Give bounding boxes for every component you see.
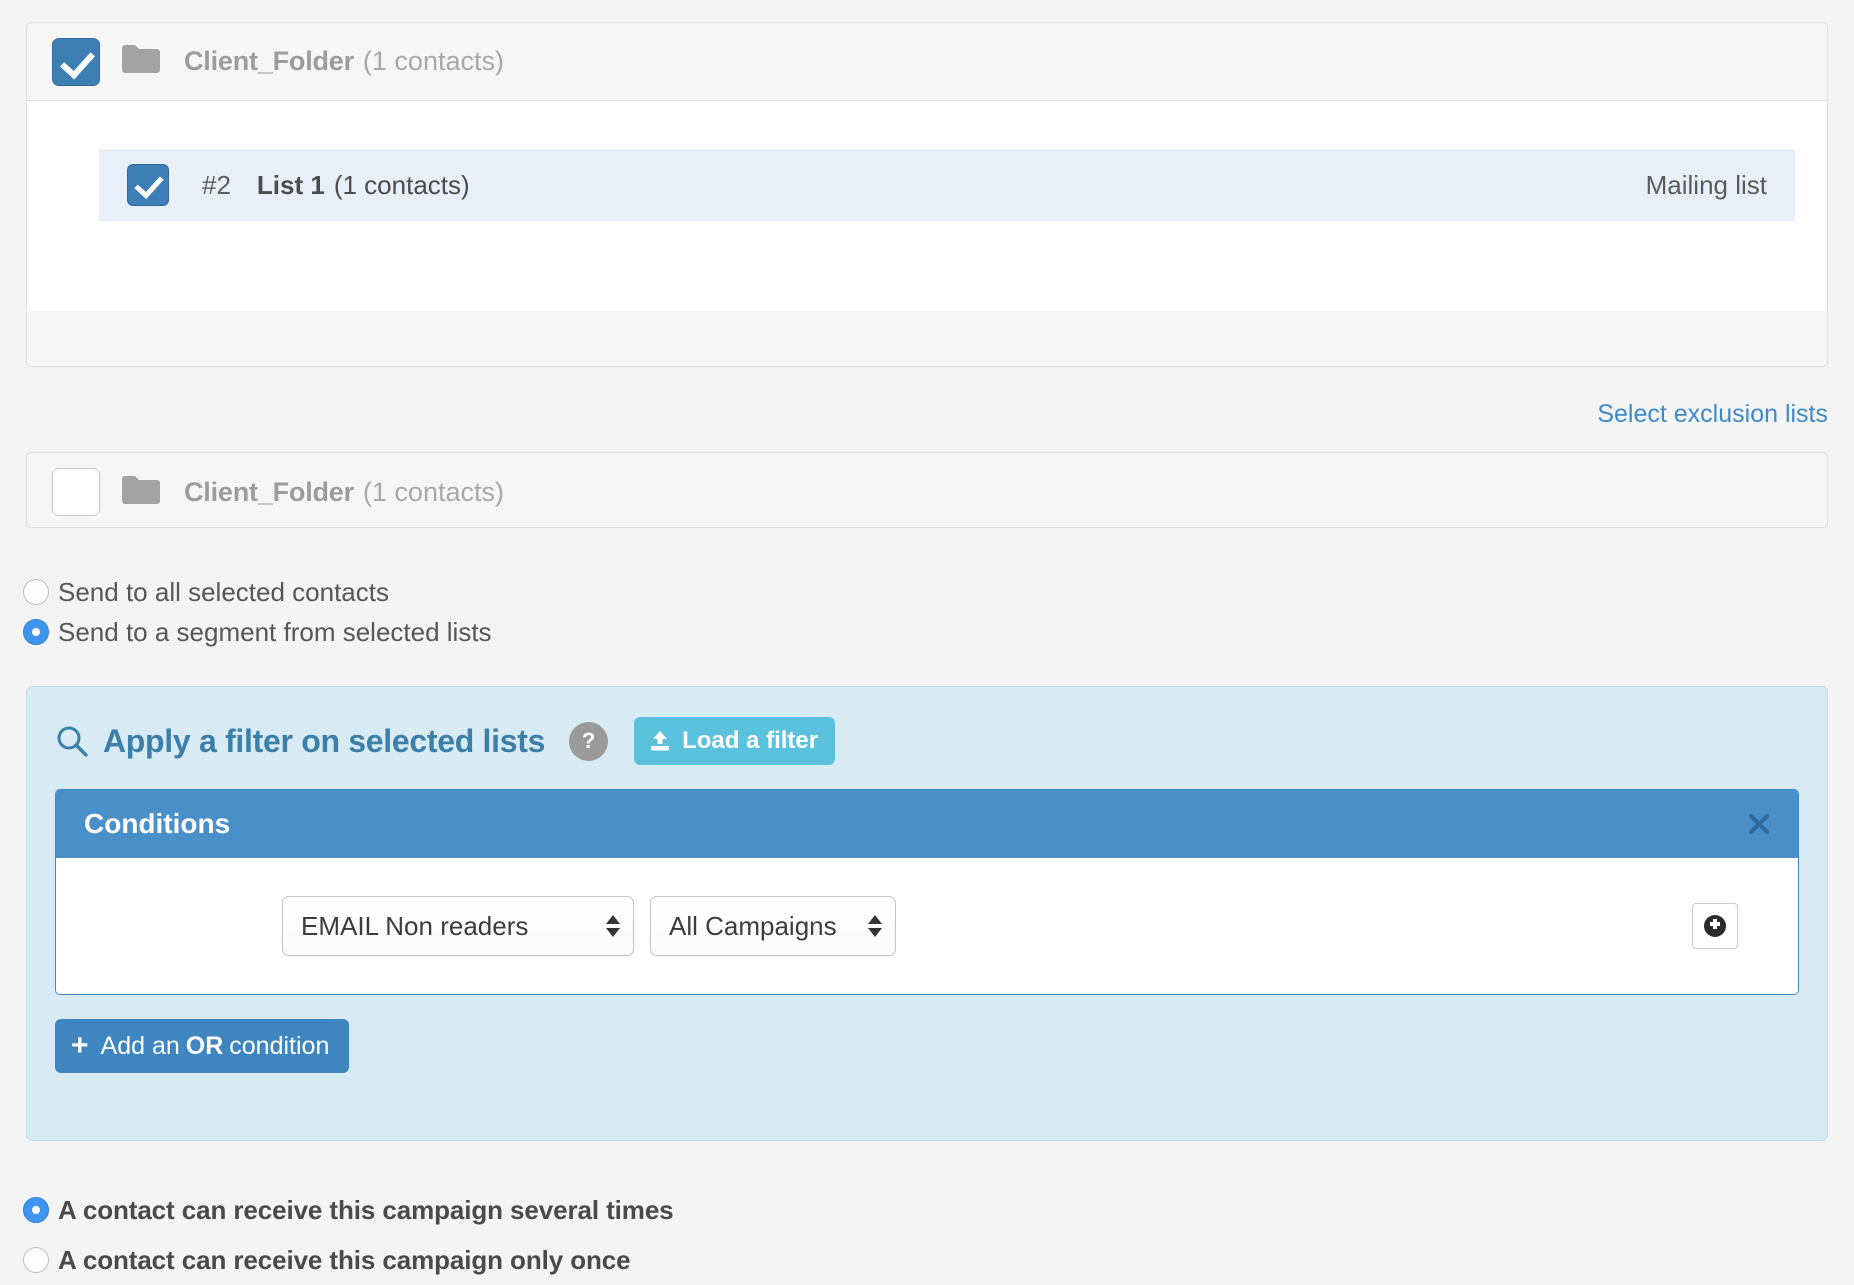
- filter-title: Apply a filter on selected lists: [103, 722, 546, 759]
- list-number: #2: [202, 169, 231, 200]
- exclusion-folder-panel: Client_Folder (1 contacts): [26, 452, 1828, 528]
- exclusion-folder-checkbox[interactable]: [52, 468, 100, 516]
- exclusion-folder-name: Client_Folder: [184, 476, 354, 507]
- condition-scope-value: All Campaigns: [669, 910, 837, 941]
- list-contact-count: (1 contacts): [333, 169, 470, 200]
- conditions-title: Conditions: [84, 808, 231, 839]
- plus-circle-icon: [1701, 912, 1729, 940]
- inclusion-folder-count: (1 contacts): [362, 46, 504, 76]
- radio-segment[interactable]: [23, 619, 49, 645]
- radio-all-contacts[interactable]: [23, 579, 49, 605]
- add-or-condition-button[interactable]: + Add an OR condition: [55, 1019, 350, 1073]
- load-filter-button[interactable]: Load a filter: [634, 717, 836, 765]
- add-or-prefix: Add an: [100, 1031, 180, 1060]
- chevron-updown-icon: [606, 915, 620, 937]
- frequency-label-once: A contact can receive this campaign only…: [58, 1244, 631, 1275]
- exclusion-folder-count: (1 contacts): [362, 476, 504, 507]
- radio-several-times[interactable]: [23, 1197, 49, 1223]
- condition-row: EMAIL Non readers All Campaigns: [56, 858, 1798, 994]
- radio-only-once[interactable]: [23, 1247, 49, 1273]
- inclusion-folder-checkbox[interactable]: [52, 37, 100, 86]
- exclusion-link-row: Select exclusion lists: [26, 400, 1831, 429]
- inclusion-folder-header[interactable]: Client_Folder (1 contacts): [27, 23, 1827, 101]
- select-exclusion-lists-link[interactable]: Select exclusion lists: [1597, 400, 1828, 428]
- frequency-radio-group: A contact can receive this campaign seve…: [23, 1185, 674, 1285]
- list-name: List 1: [256, 169, 325, 200]
- inclusion-list-container: #2 List 1 (1 contacts) Mailing list: [27, 101, 1827, 311]
- help-icon[interactable]: ?: [569, 721, 609, 761]
- condition-scope-select[interactable]: All Campaigns: [650, 896, 896, 956]
- frequency-option-once[interactable]: A contact can receive this campaign only…: [23, 1235, 674, 1285]
- add-or-suffix: condition: [229, 1031, 330, 1060]
- send-mode-radio-group: Send to all selected contacts Send to a …: [23, 572, 492, 652]
- upload-icon: [648, 729, 672, 753]
- frequency-label-several: A contact can receive this campaign seve…: [58, 1194, 674, 1225]
- folder-icon: [122, 44, 160, 79]
- frequency-option-several[interactable]: A contact can receive this campaign seve…: [23, 1185, 674, 1235]
- filter-header: Apply a filter on selected lists ? Load …: [55, 713, 1799, 769]
- send-mode-option-all[interactable]: Send to all selected contacts: [23, 572, 492, 612]
- campaign-recipients-page: Client_Folder (1 contacts) #2 List 1 (1 …: [0, 0, 1854, 1284]
- send-mode-label-segment: Send to a segment from selected lists: [58, 616, 492, 647]
- inclusion-folder-panel: Client_Folder (1 contacts) #2 List 1 (1 …: [26, 22, 1828, 367]
- close-icon[interactable]: [1744, 809, 1774, 839]
- filter-panel: Apply a filter on selected lists ? Load …: [26, 686, 1828, 1141]
- search-icon: [55, 724, 89, 758]
- send-mode-label-all: Send to all selected contacts: [58, 576, 389, 607]
- conditions-header: Conditions: [56, 790, 1798, 858]
- list-type-label: Mailing list: [1645, 169, 1767, 200]
- load-filter-label: Load a filter: [682, 727, 819, 754]
- send-mode-option-segment[interactable]: Send to a segment from selected lists: [23, 612, 492, 652]
- folder-icon: [122, 475, 160, 510]
- inclusion-folder-name: Client_Folder: [184, 46, 354, 76]
- chevron-updown-icon: [868, 915, 882, 937]
- condition-field-select[interactable]: EMAIL Non readers: [282, 896, 634, 956]
- exclusion-folder-header[interactable]: Client_Folder (1 contacts): [27, 453, 1827, 531]
- list-item[interactable]: #2 List 1 (1 contacts) Mailing list: [99, 149, 1795, 221]
- plus-icon: +: [71, 1029, 89, 1062]
- conditions-box: Conditions EMAIL Non readers All Campaig…: [55, 789, 1799, 995]
- add-or-bold: OR: [185, 1031, 224, 1060]
- list-checkbox[interactable]: [127, 164, 169, 206]
- add-condition-button[interactable]: [1692, 903, 1738, 949]
- condition-field-value: EMAIL Non readers: [301, 910, 529, 941]
